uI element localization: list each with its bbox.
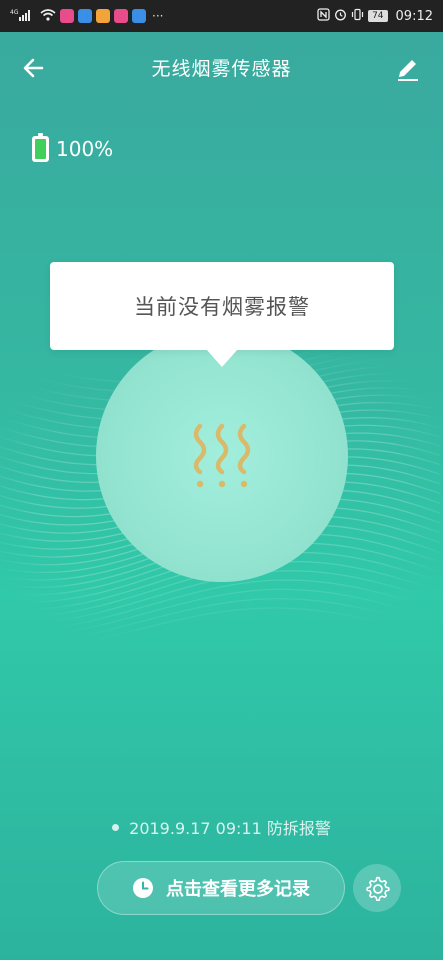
- wave-line: [0, 588, 441, 639]
- wave-line: [0, 607, 441, 653]
- pencil-icon: [398, 60, 418, 81]
- app-header: 无线烟雾传感器: [0, 32, 443, 102]
- clock-icon: [133, 878, 153, 898]
- edit-button[interactable]: [395, 54, 421, 82]
- tooltip-arrow: [206, 349, 238, 367]
- svg-text:4G: 4G: [10, 9, 19, 16]
- signal-icon: 4G: [10, 8, 36, 25]
- status-tooltip: 当前没有烟雾报警: [50, 262, 394, 350]
- back-button[interactable]: [20, 54, 48, 82]
- view-more-records-button[interactable]: 点击查看更多记录: [97, 861, 345, 915]
- battery-icon: [32, 133, 49, 162]
- nfc-icon: [317, 8, 330, 24]
- alarm-icon: [334, 8, 347, 24]
- battery-fill: [35, 139, 46, 159]
- device-battery: 100%: [32, 133, 114, 162]
- status-bar: 4G ··· 74 09:12: [0, 0, 443, 32]
- last-record-text: 2019.9.17 09:11 防拆报警: [129, 819, 331, 838]
- status-bar-right: 74 09:12: [317, 8, 433, 24]
- record-bullet: [112, 823, 120, 831]
- more-notifications-indicator: ···: [152, 9, 164, 23]
- app-notification-icon: [114, 9, 128, 23]
- clock-time: 09:12: [395, 8, 433, 24]
- page-title: 无线烟雾传感器: [151, 57, 292, 80]
- app-notification-icon: [132, 9, 146, 23]
- wifi-icon: [40, 8, 56, 24]
- smoke-icon: [193, 423, 251, 488]
- battery-level-text: 100%: [56, 137, 114, 161]
- vibrate-icon: [351, 8, 364, 24]
- status-message: 当前没有烟雾报警: [134, 295, 310, 319]
- settings-button[interactable]: [353, 864, 401, 912]
- arrow-left-icon: [23, 58, 44, 78]
- gear-icon: [366, 876, 390, 901]
- status-bar-left: 4G ···: [10, 8, 163, 25]
- app-notification-icon: [60, 9, 74, 23]
- battery-indicator: 74: [368, 10, 388, 22]
- app-notification-icon: [96, 9, 110, 23]
- sensor-status-circle: [96, 330, 348, 582]
- app-notification-icon: [78, 9, 92, 23]
- view-more-records-label: 点击查看更多记录: [166, 879, 310, 900]
- last-record: 2019.9.17 09:11 防拆报警: [0, 815, 443, 839]
